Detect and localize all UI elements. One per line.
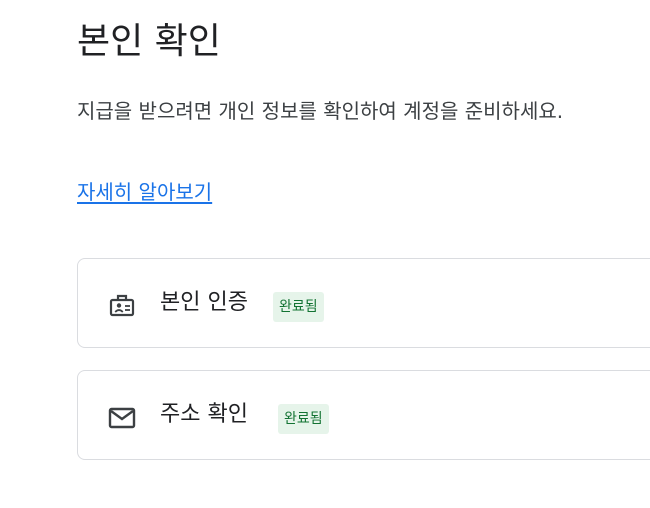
id-badge-icon (108, 292, 136, 320)
page-title: 본인 확인 (77, 21, 221, 62)
learn-more-link[interactable]: 자세히 알아보기 (77, 178, 212, 206)
identity-verification-card[interactable]: 본인 인증 완료됨 (77, 258, 650, 348)
status-badge: 완료됨 (273, 292, 324, 322)
verification-page: 본인 확인 지급을 받으려면 개인 정보를 확인하여 계정을 준비하세요. 자세… (0, 0, 650, 508)
page-description: 지급을 받으려면 개인 정보를 확인하여 계정을 준비하세요. (77, 99, 564, 123)
address-verification-label: 주소 확인 (160, 402, 248, 427)
address-verification-card[interactable]: 주소 확인 완료됨 (77, 370, 650, 460)
mail-icon (108, 404, 136, 432)
status-badge: 완료됨 (278, 404, 329, 434)
identity-verification-label: 본인 인증 (160, 290, 248, 315)
